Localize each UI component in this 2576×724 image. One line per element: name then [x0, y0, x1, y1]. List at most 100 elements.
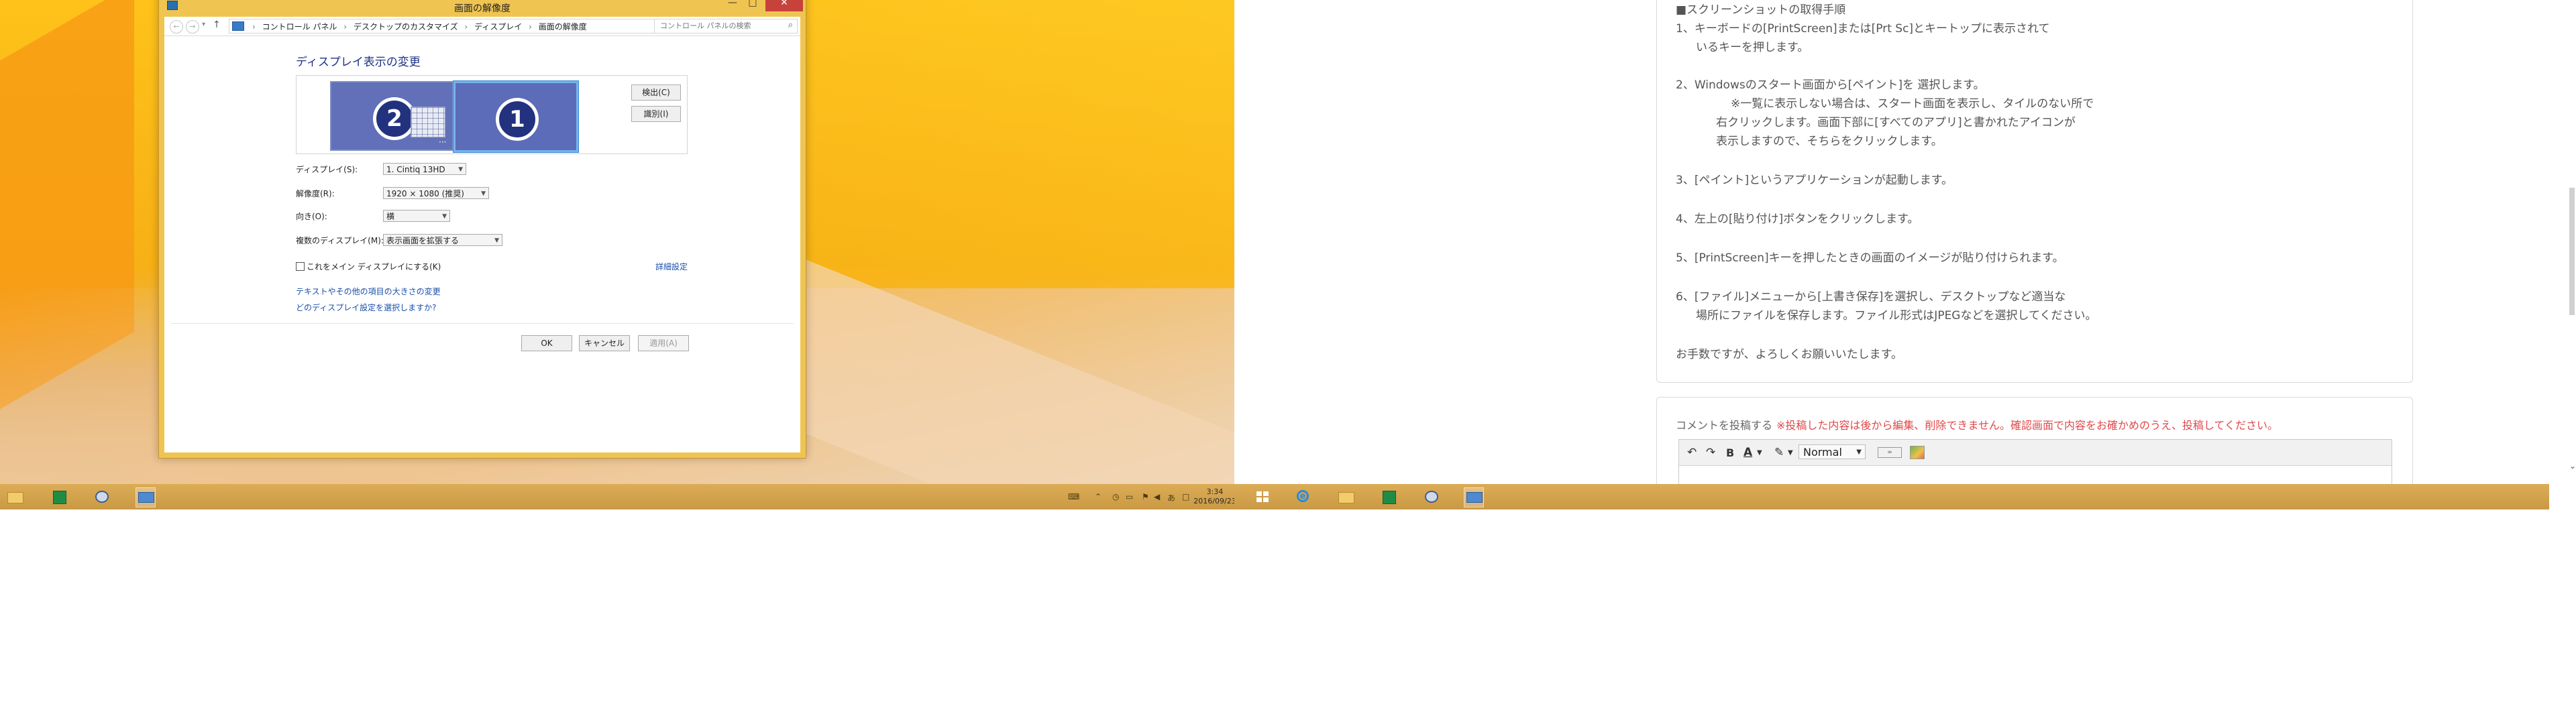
taskbar-display[interactable] — [1464, 487, 1484, 507]
breadcrumb-separator: › — [464, 22, 468, 32]
keyboard-icon[interactable]: ⌨ — [1068, 492, 1079, 501]
font-color-button[interactable]: A — [1743, 446, 1752, 459]
resolution-select[interactable]: 1920 × 1080 (推奨) ▼ — [383, 187, 489, 199]
back-icon[interactable]: ← — [170, 20, 183, 34]
article-line: 右クリックします。画面下部に[すべてのアプリ]と書かれたアイコンが — [1716, 116, 2076, 129]
control-panel-icon — [232, 21, 244, 31]
bold-button[interactable]: B — [1726, 446, 1734, 459]
monitor-icon — [138, 492, 154, 503]
display-select-value: 1. Cintiq 13HD — [386, 165, 445, 174]
orientation-label: 向き(O): — [296, 212, 327, 221]
window-titlebar[interactable]: 画面の解像度 — □ ✕ — [159, 0, 806, 17]
chevron-down-icon[interactable]: ⌄ — [2569, 461, 2576, 471]
maximize-button[interactable]: □ — [743, 0, 763, 11]
breadcrumb-items: › コントロール パネル › デスクトップのカスタマイズ › ディスプレイ › … — [248, 21, 587, 32]
speaker-icon[interactable]: ◀ — [1154, 492, 1160, 501]
main-display-checkbox-label[interactable]: これをメイン ディスプレイにする(K) — [307, 261, 441, 272]
control-panel-icon — [1425, 491, 1438, 503]
taskbar-right: e — [1234, 484, 2549, 509]
search-input[interactable] — [659, 21, 775, 31]
text-size-link[interactable]: テキストやその他の項目の大きさの変更 — [296, 286, 441, 297]
minimize-button[interactable]: — — [722, 0, 743, 11]
identify-button[interactable]: 識別(I) — [631, 106, 681, 122]
breadcrumb-display[interactable]: ディスプレイ — [474, 22, 522, 32]
breadcrumb-desktop-customize[interactable]: デスクトップのカスタマイズ — [354, 22, 458, 32]
taskbar-ie[interactable]: e — [1293, 487, 1312, 506]
clock-icon[interactable]: ◷ — [1112, 492, 1119, 501]
chevron-down-icon[interactable]: ▾ — [202, 21, 205, 28]
breadcrumb-separator: › — [252, 22, 256, 32]
format-select[interactable]: Normal ▼ — [1799, 444, 1866, 459]
article-line: いるキーを押します。 — [1696, 41, 1809, 54]
forward-icon[interactable]: → — [186, 20, 199, 34]
ime-icon[interactable]: あ — [1167, 492, 1175, 503]
taskbar-left: ⌨ ⌃ ◷ ▭ ⚑ ◀ あ □ 3:34 2016/09/23 — [0, 484, 1236, 509]
taskbar-store[interactable] — [50, 487, 68, 506]
monitor-1[interactable]: 1 — [453, 81, 578, 152]
advanced-settings-link[interactable]: 詳細設定 — [655, 261, 688, 272]
scrollbar-thumb[interactable] — [2569, 188, 2575, 315]
article-line: 4、左上の[貼り付け]ボタンをクリックします。 — [1676, 213, 1919, 226]
article-line: 場所にファイルを保存します。ファイル形式はJPEGなどを選択してください。 — [1696, 309, 2097, 322]
network-icon[interactable]: ▭ — [1126, 492, 1133, 501]
clock-time[interactable]: 3:34 — [1195, 487, 1234, 496]
taskbar-store[interactable] — [1379, 487, 1398, 506]
folder-icon — [7, 492, 23, 503]
start-button[interactable] — [1253, 487, 1272, 506]
taskbar-control-panel[interactable] — [93, 487, 111, 506]
image-icon[interactable] — [1910, 446, 1925, 459]
breadcrumb-separator: › — [343, 22, 347, 32]
monitor-2[interactable]: 2 ··· — [330, 81, 453, 151]
monitor-number: 2 — [373, 97, 416, 140]
page-title: ディスプレイ表示の変更 — [296, 56, 421, 69]
chevron-up-icon[interactable]: ⌃ — [1095, 492, 1102, 501]
article-line: 表示しますので、そちらをクリックします。 — [1716, 135, 1943, 148]
article-box: ■スクリーンショットの取得手順 1、キーボードの[PrintScreen]または… — [1656, 0, 2413, 383]
breadcrumb-control-panel[interactable]: コントロール パネル — [262, 22, 337, 32]
redo-icon[interactable]: ↷ — [1706, 446, 1715, 459]
multiple-displays-select-value: 表示画面を拡張する — [386, 236, 460, 245]
apply-button[interactable]: 適用(A) — [638, 335, 689, 351]
store-icon — [1383, 491, 1396, 504]
main-display-checkbox[interactable] — [296, 262, 305, 271]
chevron-down-icon[interactable]: ▼ — [1757, 449, 1762, 457]
taskbar-control-panel[interactable] — [1422, 487, 1441, 506]
chevron-down-icon: ▼ — [458, 166, 463, 173]
link-icon[interactable]: ∞ — [1878, 447, 1902, 458]
taskbar-explorer[interactable] — [5, 487, 24, 506]
dialog-body: ディスプレイ表示の変更 2 ··· 1 検出(C) 識別(I) ディスプレイ(S… — [164, 36, 800, 452]
resolution-label: 解像度(R): — [296, 189, 335, 198]
scrollbar[interactable]: ⌄ — [2569, 0, 2576, 484]
more-dots-icon: ··· — [439, 137, 447, 147]
ok-button[interactable]: OK — [521, 335, 572, 351]
folder-icon — [1338, 492, 1354, 503]
editor-toolbar: ↶ ↷ B A ▼ ✎ ▼ Normal ▼ ∞ — [1679, 440, 2392, 466]
divider — [171, 323, 794, 324]
system-tray: ⌨ ⌃ ◷ ▭ ⚑ ◀ あ □ — [1068, 488, 1195, 507]
article-line: 3、[ペイント]というアプリケーションが起動します。 — [1676, 174, 1953, 187]
comment-title-text: コメントを投稿する — [1676, 419, 1773, 432]
breadcrumb-screen-resolution[interactable]: 画面の解像度 — [539, 22, 587, 32]
undo-icon[interactable]: ↶ — [1687, 446, 1697, 459]
store-icon — [53, 491, 66, 504]
orientation-select[interactable]: 横 ▼ — [383, 210, 450, 222]
multiple-displays-select[interactable]: 表示画面を拡張する ▼ — [383, 234, 502, 246]
close-button[interactable]: ✕ — [765, 0, 803, 11]
taskbar-explorer[interactable] — [1336, 487, 1355, 506]
which-settings-link[interactable]: どのディスプレイ設定を選択しますか? — [296, 302, 437, 313]
flag-icon[interactable]: ⚑ — [1142, 492, 1149, 501]
chevron-down-icon: ▼ — [494, 237, 499, 244]
orientation-select-value: 横 — [386, 212, 395, 221]
taskbar-display[interactable] — [136, 487, 156, 507]
search-icon[interactable]: ⌕ — [788, 20, 793, 30]
cancel-button[interactable]: キャンセル — [579, 335, 630, 351]
search-box[interactable]: ⌕ — [654, 19, 798, 34]
detect-button[interactable]: 検出(C) — [631, 84, 681, 101]
address-bar: ← → ▾ ↑ › コントロール パネル › デスクトップのカスタマイズ › デ… — [164, 17, 800, 36]
article-line: 6、[ファイル]メニューから[上書き保存]を選択し、デスクトップなど適当な — [1676, 290, 2066, 304]
chevron-down-icon[interactable]: ▼ — [1788, 449, 1793, 457]
display-select[interactable]: 1. Cintiq 13HD ▼ — [383, 163, 466, 175]
breadcrumb-separator: › — [529, 22, 532, 32]
up-arrow-icon[interactable]: ↑ — [213, 19, 221, 30]
highlight-icon[interactable]: ✎ — [1774, 446, 1784, 459]
